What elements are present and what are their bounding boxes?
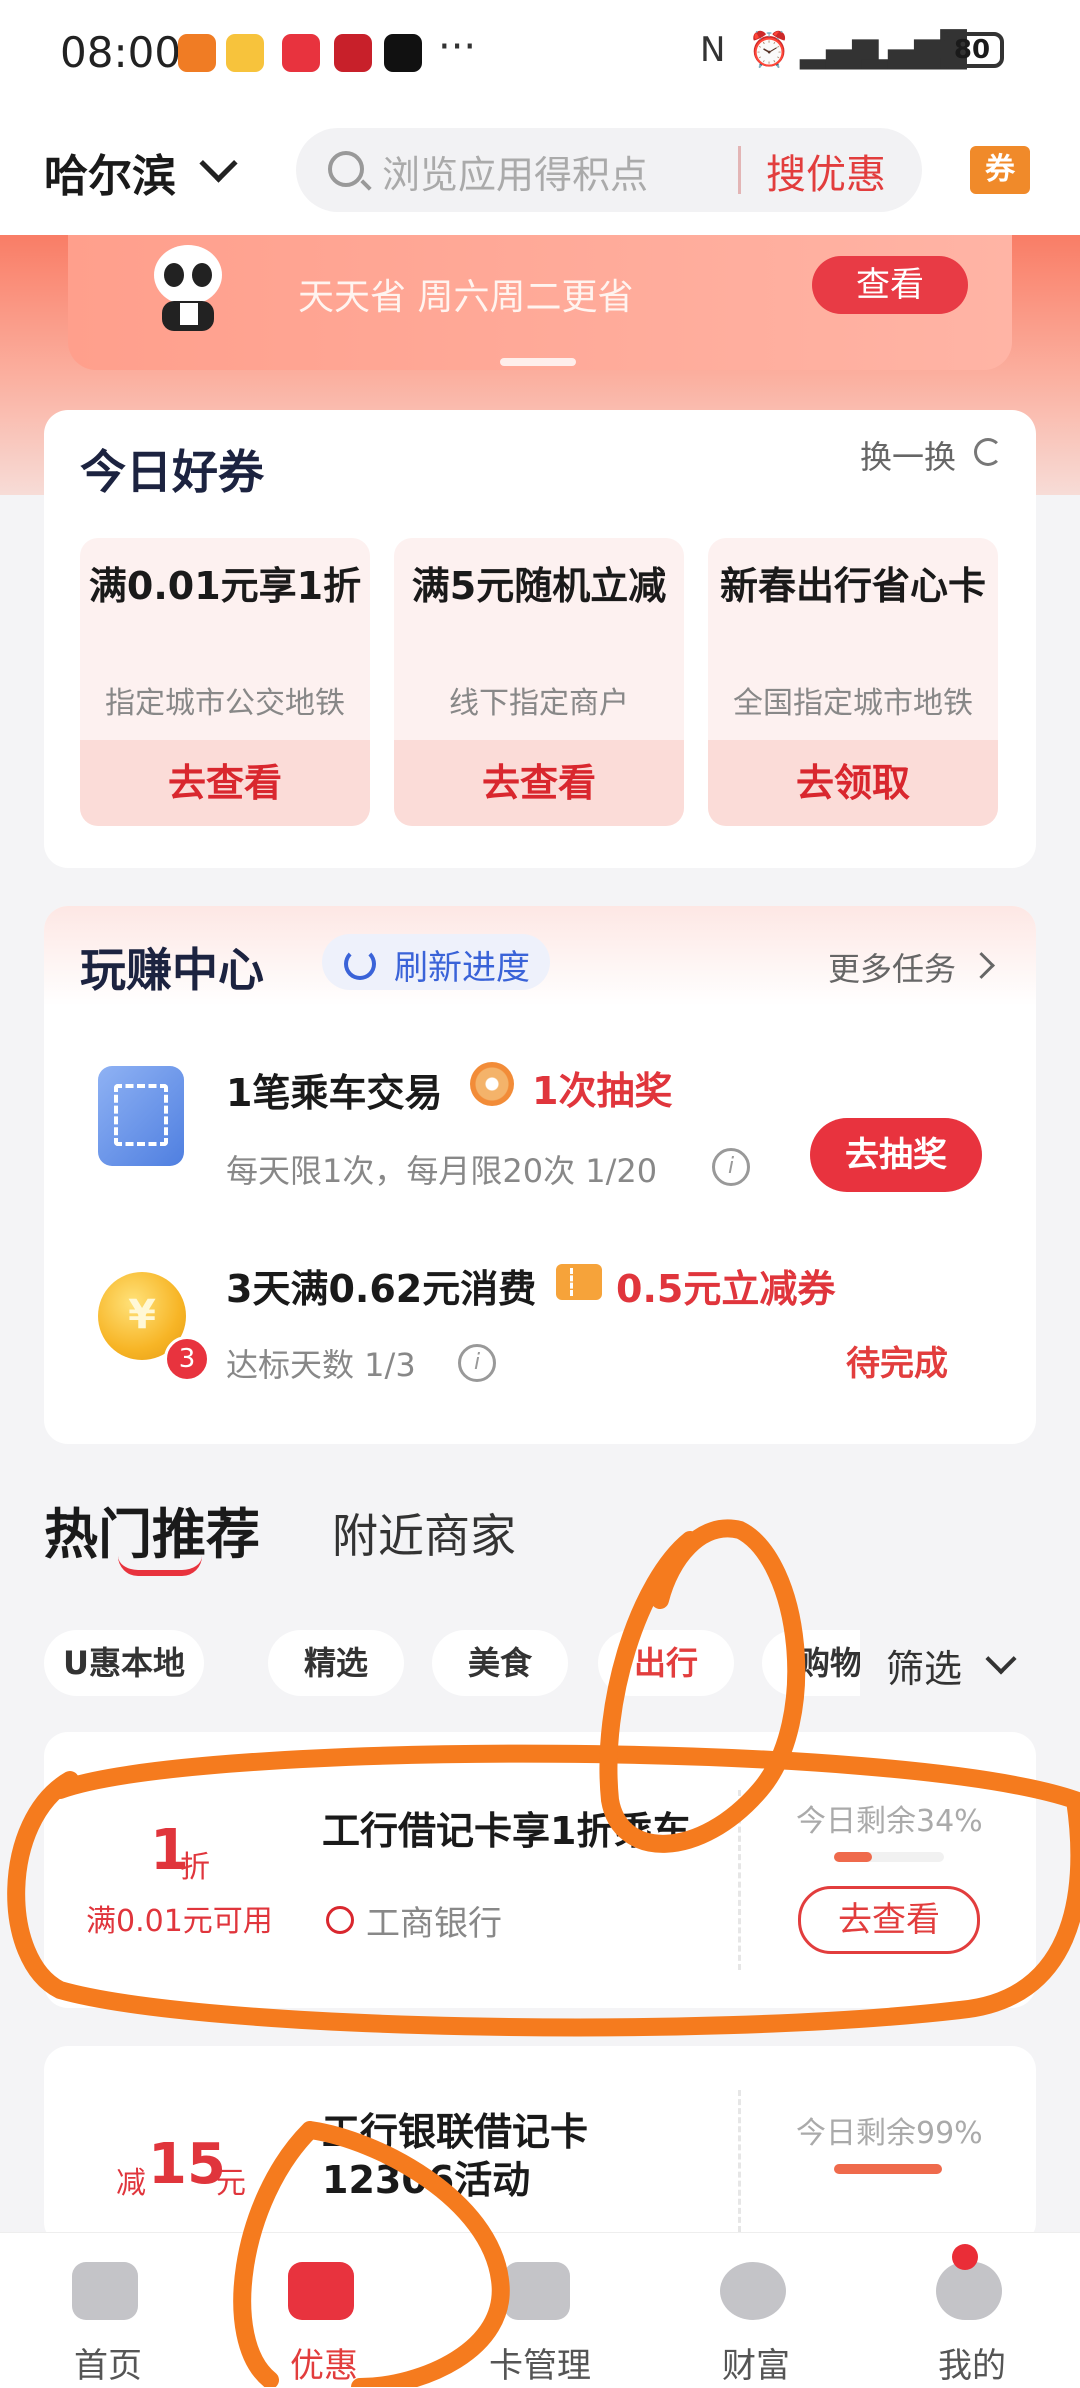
deal-condition: 满0.01元可用 [86,1904,273,1939]
nav-cards[interactable]: 卡管理 [432,2232,648,2387]
coupon-view-button[interactable]: 去查看 [394,740,684,826]
nav-wealth[interactable]: 财富 [648,2232,864,2387]
task-badge: 3 [164,1336,210,1382]
task-title: 3天满0.62元消费 [226,1267,537,1311]
nfc-icon: N [700,30,726,70]
ticket-icon [556,1264,602,1300]
offers-icon [288,2262,354,2320]
coupon-title: 满0.01元享1折 [88,564,362,608]
home-icon [72,2262,138,2320]
swap-button[interactable]: 换一换 [860,432,956,478]
lottery-disc-icon [470,1062,514,1106]
tasks-title: 玩赚中心 [80,943,264,997]
filter-button[interactable]: 筛选 [886,1638,962,1693]
chip-featured[interactable]: 精选 [268,1630,404,1696]
task-title: 1笔乘车交易 [226,1071,443,1115]
battery-icon: 80 [940,32,1004,68]
nav-label: 财富 [722,2346,790,2386]
app-notification-icon [226,34,264,72]
city-selector[interactable]: 哈尔滨 [44,140,176,204]
qr-code-inner [114,1084,168,1146]
coupon-title: 新春出行省心卡 [719,564,986,608]
banner-subtitle: 天天省 周六周二更省 [298,277,634,318]
info-icon[interactable]: i [458,1344,496,1382]
refresh-progress-label[interactable]: 刷新进度 [394,940,530,989]
deal-divider [738,2090,741,2232]
banner-view-button[interactable]: 查看 [812,256,968,314]
deal-value: 15 [148,2132,226,2197]
deal-title: 工行银联借记卡12306活动 [322,2110,589,2202]
app-notification-icon [334,34,372,72]
refresh-icon[interactable] [974,438,1002,466]
deal-view-button[interactable]: 去查看 [798,1886,980,1954]
deal-title: 工行借记卡享1折乘车 [322,1809,691,1853]
coupon-claim-button[interactable]: 去领取 [708,740,998,826]
app-notification-icon [282,34,320,72]
deal-unit: 折 [180,1850,210,1885]
deal-divider [738,1790,741,1970]
search-input[interactable]: 浏览应用得积点 [382,144,648,199]
nav-offers[interactable]: 优惠 [216,2232,432,2387]
more-notifications-icon: ··· [438,24,477,70]
search-button[interactable]: 搜优惠 [766,142,886,200]
deal-prefix: 减 [116,2166,146,2201]
coupon-subtitle: 指定城市公交地铁 [105,686,345,721]
card-icon [504,2262,570,2320]
today-coupons-title: 今日好券 [80,445,264,499]
deal-bank: 工商银行 [366,1904,502,1944]
notification-dot [952,2244,978,2270]
more-tasks-link[interactable]: 更多任务 [828,944,956,990]
task-subtitle: 达标天数 1/3 [226,1346,416,1384]
remaining-progress-fill [834,1852,872,1862]
wealth-icon [720,2262,786,2320]
tiktok-notification-icon [384,34,422,72]
nav-label: 首页 [74,2346,142,2386]
chip-food[interactable]: 美食 [432,1630,568,1696]
refresh-icon [344,948,376,980]
deal-remaining: 今日剩余99% [796,2116,983,2151]
yuan-symbol-icon: ¥ [128,1292,156,1338]
chip-travel[interactable]: 出行 [598,1630,734,1696]
icbc-bank-icon [326,1906,354,1934]
task-reward: 1次抽奖 [532,1069,673,1113]
profile-icon [936,2262,1002,2320]
coupon-title: 满5元随机立减 [411,564,667,608]
status-time: 08:00 [60,28,182,77]
coupon-view-button[interactable]: 去查看 [80,740,370,826]
coupon-subtitle: 线下指定商户 [449,686,629,721]
task-reward: 0.5元立减券 [616,1267,836,1311]
nav-home[interactable]: 首页 [0,2232,216,2387]
task-status: 待完成 [846,1344,948,1384]
nav-label: 我的 [938,2346,1006,2386]
info-icon[interactable]: i [712,1148,750,1186]
banner-indicator [500,358,576,366]
coupon-subtitle: 全国指定城市地铁 [733,686,973,721]
task-subtitle: 每天限1次，每月限20次 1/20 [226,1152,658,1190]
alarm-icon: ⏰ [748,30,791,70]
chip-local[interactable]: U惠本地 [44,1630,204,1696]
tab-nearby-merchants[interactable]: 附近商家 [332,1500,516,1566]
nav-label: 优惠 [290,2346,358,2386]
tab-indicator [118,1556,202,1576]
deal-remaining: 今日剩余34% [796,1804,983,1839]
deal-unit: 元 [216,2166,246,2201]
nav-label: 卡管理 [489,2346,591,2386]
search-icon [328,151,364,187]
panda-mascot-icon [154,245,222,331]
remaining-progress-fill [834,2164,942,2174]
search-divider [738,146,741,194]
app-notification-icon [178,34,216,72]
lottery-button[interactable]: 去抽奖 [810,1118,982,1192]
coupon-icon[interactable]: 券 [970,146,1030,194]
